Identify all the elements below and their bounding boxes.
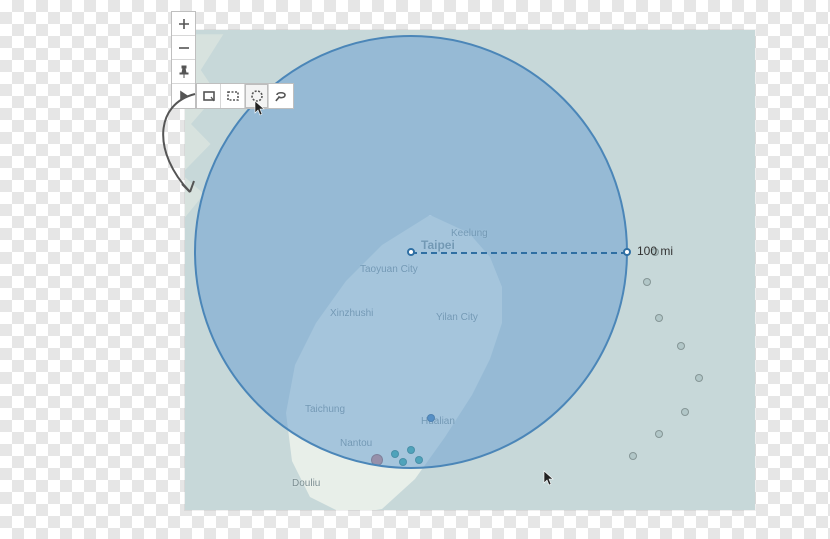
pushpin-icon (177, 65, 191, 79)
pin-button[interactable] (172, 60, 195, 84)
plus-icon (177, 17, 191, 31)
radial-select-tool[interactable] (245, 84, 269, 108)
expand-tools-button[interactable] (172, 84, 195, 108)
zoom-out-button[interactable] (172, 36, 195, 60)
minus-icon (177, 41, 191, 55)
mouse-cursor-icon (543, 470, 555, 486)
rectangle-select-icon (202, 89, 216, 103)
zoom-in-button[interactable] (172, 12, 195, 36)
map-toolbar-selection-tools (196, 83, 294, 109)
data-point[interactable] (629, 452, 637, 460)
data-point[interactable] (695, 374, 703, 382)
marquee-select-tool[interactable] (221, 84, 245, 108)
triangle-right-icon (177, 89, 191, 103)
radial-select-icon (250, 89, 264, 103)
radial-selection-edge-handle[interactable] (623, 248, 631, 256)
radial-selection-radius-label: 100 mi (637, 244, 673, 258)
rectangular-select-tool[interactable] (197, 84, 221, 108)
lasso-select-icon (274, 89, 288, 103)
data-point[interactable] (681, 408, 689, 416)
data-point[interactable] (677, 342, 685, 350)
marquee-select-icon (226, 89, 240, 103)
radial-selection-center-handle[interactable] (407, 248, 415, 256)
data-point[interactable] (655, 430, 663, 438)
map-toolbar-vertical (171, 11, 196, 109)
lasso-select-tool[interactable] (269, 84, 293, 108)
data-point[interactable] (643, 278, 651, 286)
radial-selection-radius-line (411, 252, 627, 254)
place-label-douliu: Douliu (292, 478, 320, 489)
data-point[interactable] (655, 314, 663, 322)
